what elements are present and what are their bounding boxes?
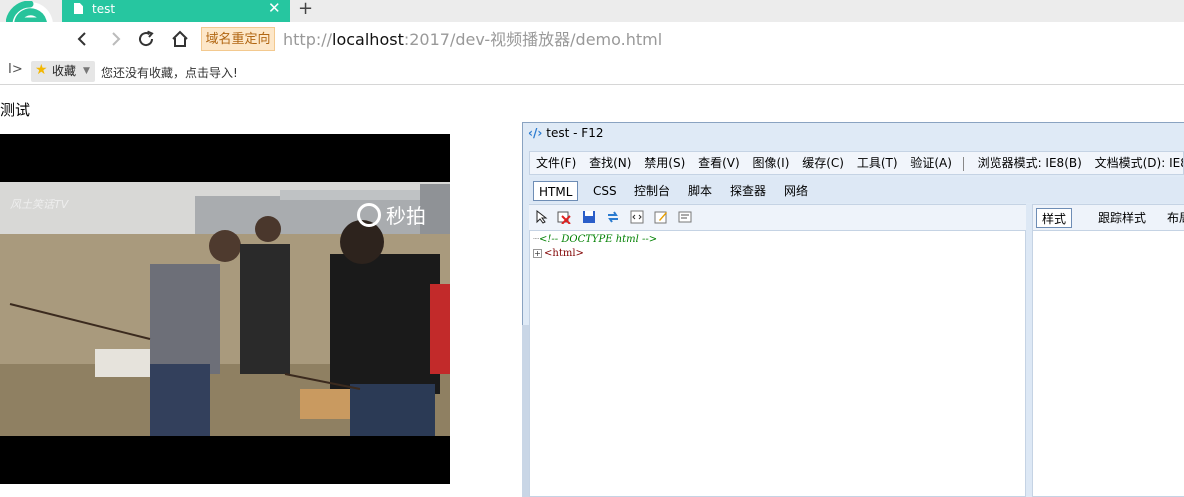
source-icon[interactable] — [630, 210, 644, 224]
url-host: localhost — [332, 30, 404, 49]
favorites-button[interactable]: ★ 收藏 ▼ — [31, 61, 95, 82]
menu-validate[interactable]: 验证(A) — [910, 156, 952, 170]
miaopai-watermark: 秒拍 — [386, 204, 426, 228]
style-panel — [1032, 204, 1184, 497]
menu-document-mode[interactable]: 文档模式(D): IE8 标准 — [1095, 156, 1183, 170]
url-path: :2017/dev-视频播放器/demo.html — [403, 30, 663, 49]
tab-layout[interactable]: 布局 — [1167, 208, 1184, 228]
devtools-left-edge — [522, 325, 529, 497]
select-element-icon[interactable] — [535, 210, 549, 224]
back-button[interactable] — [70, 22, 94, 56]
channel-watermark: 风土笑话TV — [10, 198, 69, 211]
menu-view[interactable]: 查看(V) — [698, 156, 740, 170]
menu-find[interactable]: 查找(N) — [589, 156, 631, 170]
page-heading: 测试 — [0, 101, 31, 119]
arrow-right-icon — [112, 32, 121, 46]
style-panel-tabs: 样式 跟踪样式 布局 — [1033, 205, 1184, 231]
save-icon[interactable] — [582, 210, 596, 224]
url-scheme: http:// — [283, 30, 333, 49]
tab-html[interactable]: HTML — [533, 181, 579, 201]
devtools-title-text: test - F12 — [546, 126, 604, 140]
menu-disable[interactable]: 禁用(S) — [644, 156, 685, 170]
forward-button[interactable] — [104, 22, 128, 56]
menu-images[interactable]: 图像(I) — [753, 156, 790, 170]
menu-separator — [962, 156, 964, 171]
tab-profiler[interactable]: 探查器 — [730, 181, 766, 201]
devtools-title: ‹/› test - F12 — [528, 126, 603, 140]
new-tab-button[interactable]: + — [298, 0, 313, 20]
word-wrap-icon[interactable] — [678, 210, 692, 224]
home-icon — [172, 30, 188, 47]
favorites-label: 收藏 — [52, 64, 77, 78]
refresh-icon[interactable] — [606, 210, 620, 224]
address-bar[interactable]: http://localhost:2017/dev-视频播放器/demo.htm… — [283, 28, 662, 52]
home-button[interactable] — [168, 22, 192, 56]
reload-icon — [139, 30, 154, 47]
tab-console[interactable]: 控制台 — [634, 181, 670, 201]
menu-cache[interactable]: 缓存(C) — [802, 156, 844, 170]
document-icon — [74, 3, 83, 14]
chevron-down-icon: ▼ — [83, 66, 90, 76]
devtools-icon: ‹/› — [528, 126, 543, 140]
tree-node-html[interactable]: + <html> — [533, 247, 657, 261]
dom-tree: ┈<!-- DOCTYPE html --> + <html> — [533, 233, 657, 261]
sidebar-toggle-button[interactable]: I> — [8, 62, 23, 77]
domain-redirect-badge[interactable]: 域名重定向 — [201, 27, 275, 51]
expand-icon[interactable]: + — [533, 249, 542, 258]
camera-icon — [357, 203, 381, 227]
tab-network[interactable]: 网络 — [784, 181, 808, 201]
tab-script[interactable]: 脚本 — [688, 181, 712, 201]
tab-css[interactable]: CSS — [593, 181, 617, 201]
reload-button[interactable] — [134, 22, 158, 56]
star-icon: ★ — [35, 62, 48, 78]
tab-title: test — [92, 2, 116, 16]
favorites-import-hint[interactable]: 您还没有收藏，点击导入! — [101, 64, 238, 81]
browser-tab[interactable]: test ✕ — [62, 0, 290, 22]
clear-icon[interactable] — [557, 210, 571, 224]
tab-close-button[interactable]: ✕ — [268, 0, 281, 17]
devtools-menu-bar: 文件(F) 查找(N) 禁用(S) 查看(V) 图像(I) 缓存(C) 工具(T… — [529, 151, 1184, 175]
devtools-tabs: HTML CSS 控制台 脚本 探查器 网络 — [529, 177, 1184, 203]
menu-file[interactable]: 文件(F) — [536, 156, 576, 170]
menu-tools[interactable]: 工具(T) — [857, 156, 898, 170]
doctype-comment: <!-- DOCTYPE html --> — [539, 234, 658, 245]
tab-style[interactable]: 样式 — [1036, 208, 1073, 228]
video-frame — [0, 134, 450, 484]
edit-icon[interactable] — [654, 210, 668, 224]
tree-node-doctype[interactable]: ┈<!-- DOCTYPE html --> — [533, 233, 657, 247]
html-tag: <html> — [544, 248, 584, 259]
arrow-left-icon — [77, 32, 86, 46]
menu-browser-mode[interactable]: 浏览器模式: IE8(B) — [978, 156, 1082, 170]
video-player[interactable]: 风土笑话TV 秒拍 — [0, 134, 450, 484]
html-toolbar — [529, 205, 1026, 231]
tab-trace-styles[interactable]: 跟踪样式 — [1098, 208, 1146, 228]
